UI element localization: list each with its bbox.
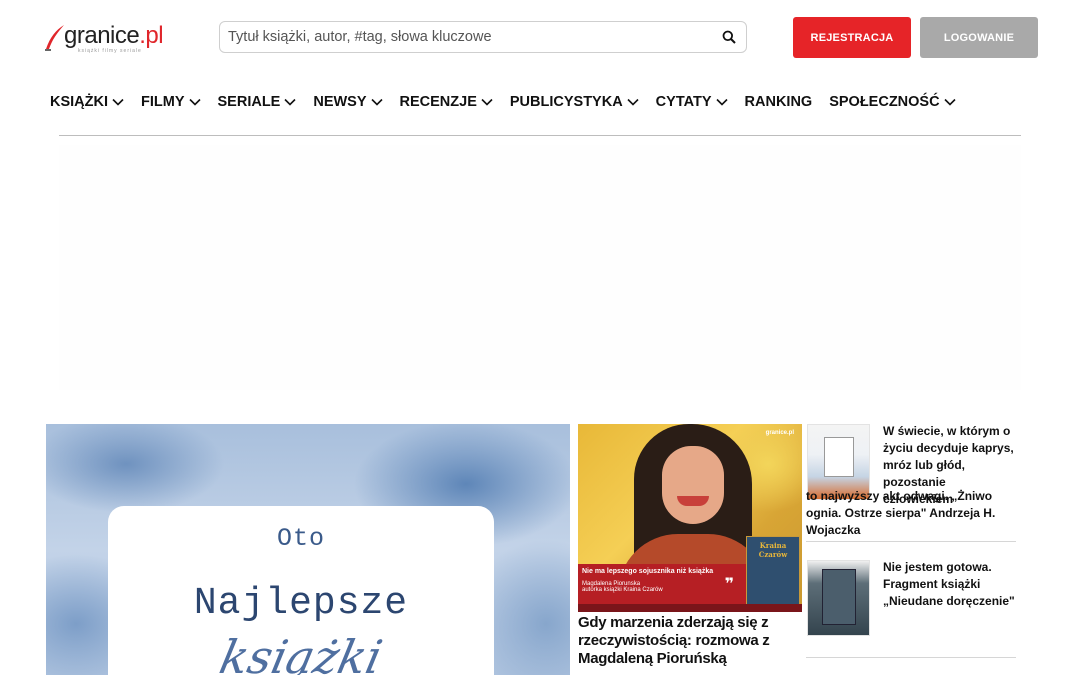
logo-wordmark: granice.pl [64, 22, 164, 49]
ad-placeholder [59, 145, 1021, 390]
side-article[interactable]: W świecie, w którym o życiu decyduje kap… [806, 424, 1016, 542]
nav-item-seriale[interactable]: SERIALE [218, 94, 297, 110]
promo-strip [578, 604, 802, 612]
image-brand-mark: granice.pl [765, 430, 794, 436]
chevron-down-icon [112, 98, 124, 106]
register-button[interactable]: REJESTRACJA [793, 17, 911, 58]
promo-banner: Nie ma lepszego sojusznika niż książka M… [578, 564, 746, 604]
nav-item-cytaty[interactable]: CYTATY [656, 94, 728, 110]
nav-item-ksiazki[interactable]: KSIĄŻKI [50, 94, 124, 110]
side-article-title[interactable]: Nie jestem gotowa. Fragment książki „Nie… [883, 559, 1018, 610]
feature-line-script: książki [215, 630, 387, 675]
chevron-down-icon [715, 98, 728, 106]
side-article-title-continued[interactable]: to najwyższy akt odwagi. „Żniwo ognia. O… [806, 488, 1018, 539]
nav-item-label: NEWSY [313, 94, 367, 110]
search-bar [219, 21, 747, 53]
main-navigation: KSIĄŻKI FILMY SERIALE NEWSY RECENZJE PUB… [50, 92, 973, 112]
nav-item-recenzje[interactable]: RECENZJE [400, 94, 493, 110]
nav-item-ranking[interactable]: RANKING [745, 94, 813, 110]
nav-item-label: FILMY [141, 94, 185, 110]
thumbnail-book [822, 569, 856, 625]
book-cover-title: Kraina Czarów [758, 541, 788, 559]
feature-card: Oto Najlepsze książki [108, 506, 494, 675]
side-divider [806, 657, 1016, 658]
chevron-down-icon [188, 98, 201, 106]
side-divider [806, 541, 1016, 542]
nav-item-label: SPOŁECZNOŚĆ [829, 94, 940, 110]
center-article-image[interactable]: granice.pl Nie ma lepszego sojusznika ni… [578, 424, 802, 612]
nav-divider [59, 135, 1021, 136]
login-button[interactable]: LOGOWANIE [920, 17, 1038, 58]
feature-line-title: Najlepsze [193, 582, 409, 625]
portrait-face [662, 446, 724, 524]
search-input[interactable] [228, 22, 708, 52]
nav-item-publicystyka[interactable]: PUBLICYSTYKA [510, 94, 639, 110]
thumbnail-book [824, 437, 854, 477]
chevron-down-icon [944, 98, 956, 106]
side-article[interactable]: Nie jestem gotowa. Fragment książki „Nie… [806, 560, 1016, 658]
chevron-down-icon [284, 98, 296, 106]
quill-icon [45, 25, 64, 51]
site-logo[interactable]: granice.pl książki filmy seriale [44, 22, 174, 56]
nav-item-label: PUBLICYSTYKA [509, 94, 623, 110]
promo-subtitle: autorka książki Kraina Czarów [582, 587, 663, 593]
feature-line-oto: Oto [276, 524, 325, 553]
chevron-down-icon [370, 98, 383, 106]
quote-icon: ❞ [724, 576, 734, 593]
center-article-headline[interactable]: Gdy marzenia zderzają się z rzeczywistoś… [578, 614, 802, 668]
nav-item-label: RECENZJE [399, 94, 477, 110]
nav-item-label: KSIĄŻKI [50, 94, 108, 110]
book-cover: Kraina Czarów [746, 536, 800, 608]
chevron-down-icon [481, 98, 493, 106]
featured-article-image[interactable]: Oto Najlepsze książki [46, 424, 570, 675]
portrait-smile [677, 496, 709, 506]
logo-tagline: książki filmy seriale [78, 48, 142, 54]
nav-item-label: CYTATY [655, 94, 712, 110]
chevron-down-icon [627, 98, 639, 106]
nav-item-label: SERIALE [217, 94, 281, 110]
side-article-thumbnail[interactable] [807, 560, 870, 636]
search-icon[interactable] [722, 30, 736, 44]
nav-item-filmy[interactable]: FILMY [141, 94, 201, 110]
nav-item-spolecznosc[interactable]: SPOŁECZNOŚĆ [829, 94, 956, 110]
nav-item-label: RANKING [744, 94, 813, 110]
promo-title: Nie ma lepszego sojusznika niż książka [582, 568, 714, 575]
nav-item-newsy[interactable]: NEWSY [313, 94, 383, 110]
center-article[interactable]: granice.pl Nie ma lepszego sojusznika ni… [578, 424, 802, 668]
